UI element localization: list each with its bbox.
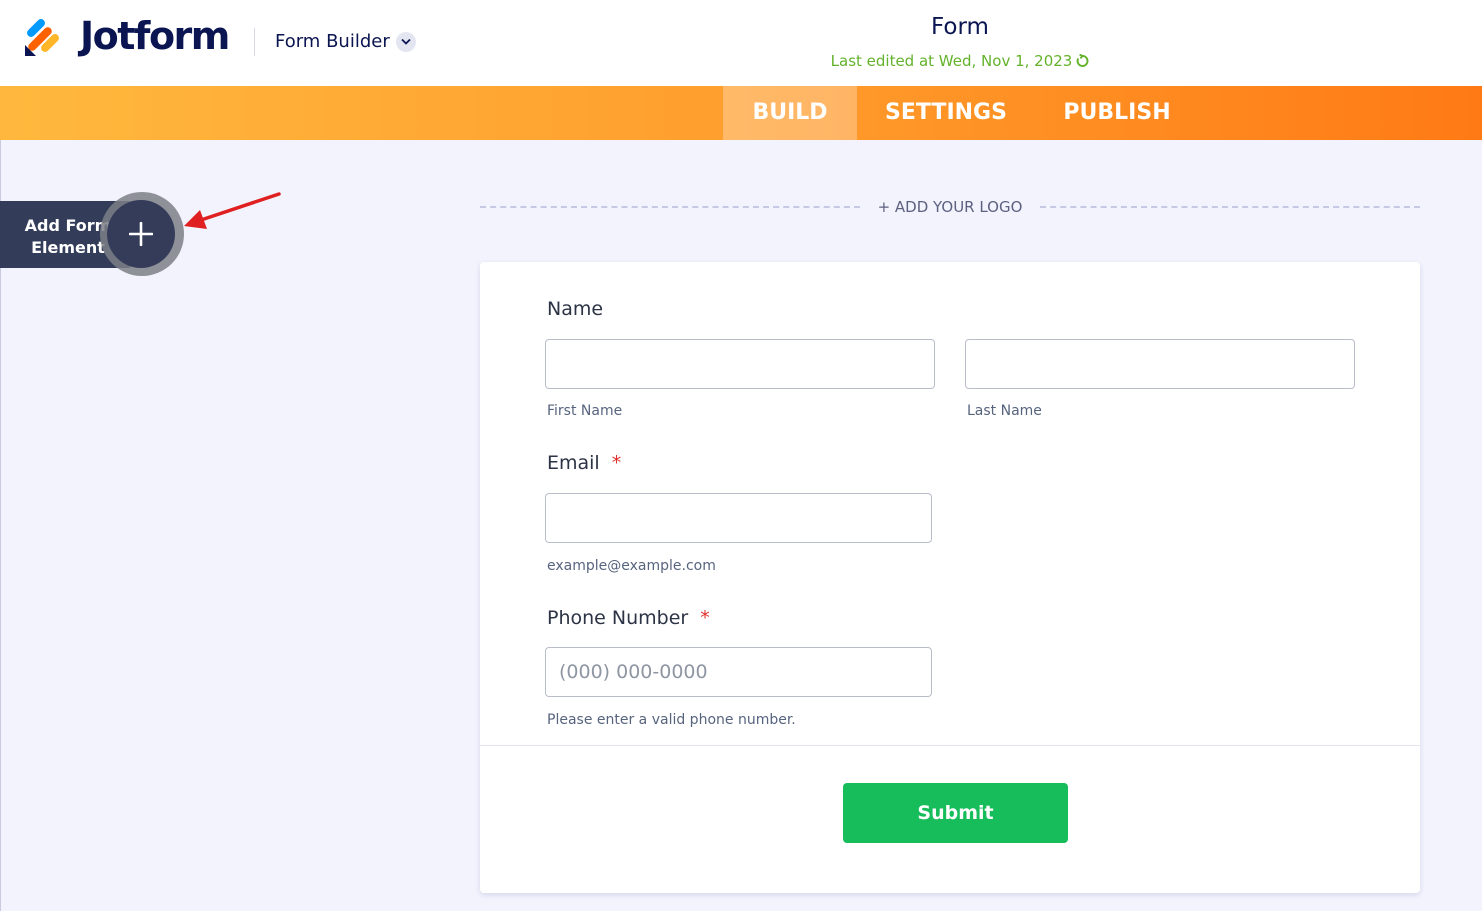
logo-dashed-line-right [1040,206,1420,208]
phone-label[interactable]: Phone Number * [547,607,710,629]
email-sublabel: example@example.com [547,558,716,574]
add-your-logo-link[interactable]: + ADD YOUR LOGO [860,198,1040,216]
submit-button[interactable]: Submit [843,783,1068,843]
add-form-element-line1: Add Form [24,216,112,235]
tab-build[interactable]: BUILD [723,86,857,140]
logo-dashed-line-left [480,206,860,208]
chevron-down-icon[interactable] [396,32,416,52]
form-card: Name First Name Last Name Email * example… [480,262,1420,893]
form-builder-label[interactable]: Form Builder [275,31,390,52]
refresh-icon[interactable] [1075,53,1089,72]
email-required-mark: * [611,452,622,474]
header-divider [254,28,255,56]
first-name-sublabel: First Name [547,403,623,419]
last-edited-status: Last edited at Wed, Nov 1, 2023 [760,52,1160,72]
tab-publish[interactable]: PUBLISH [1056,86,1178,140]
form-title[interactable]: Form [860,14,1060,40]
plus-icon [129,222,153,246]
phone-sublabel: Please enter a valid phone number. [547,712,796,728]
last-name-input[interactable] [965,339,1355,389]
phone-required-mark: * [700,607,710,629]
email-label[interactable]: Email * [547,452,621,474]
submit-divider [480,745,1420,746]
last-name-sublabel: Last Name [967,403,1042,419]
red-arrow-icon [184,192,281,229]
name-label[interactable]: Name [547,298,603,320]
first-name-input[interactable] [545,339,935,389]
phone-input[interactable]: (000) 000-0000 [545,647,932,697]
app-header: Jotform Form Builder Form Last edited at… [0,0,1482,86]
phone-label-text: Phone Number [547,607,689,629]
tab-settings[interactable]: SETTINGS [876,86,1016,140]
email-label-text: Email [547,452,600,474]
last-edited-text: Last edited at Wed, Nov 1, 2023 [830,52,1073,70]
email-input[interactable] [545,493,932,543]
add-form-element-line2: Element [31,238,105,257]
add-element-plus-button[interactable] [107,200,175,268]
brand-name[interactable]: Jotform [80,14,230,58]
builder-navbar: BUILD SETTINGS PUBLISH [0,86,1482,140]
jotform-logo-icon[interactable] [22,18,62,58]
